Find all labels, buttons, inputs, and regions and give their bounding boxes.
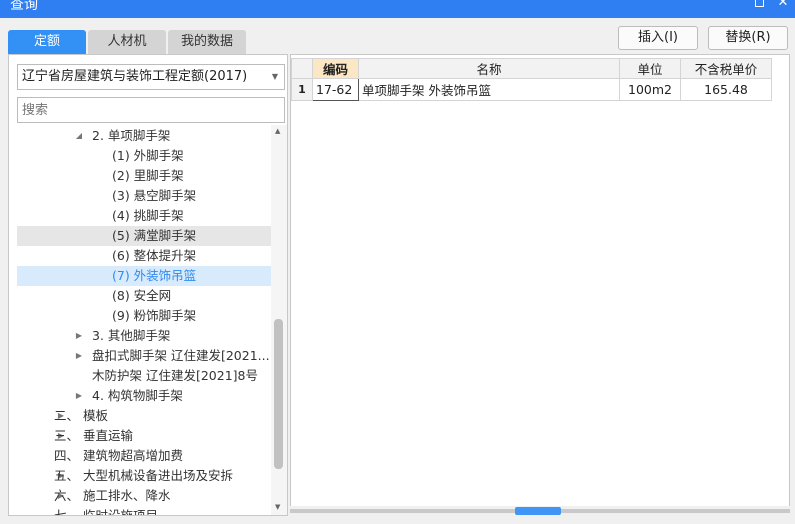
tree-item[interactable]: (9) 粉饰脚手架	[17, 306, 271, 326]
results-grid: 编码 名称 单位 不含税单价 1 17-62 单项脚手架 外装饰吊篮 100m2…	[291, 58, 772, 101]
scroll-thumb[interactable]	[274, 319, 283, 469]
tree-item-label: (5) 满堂脚手架	[112, 228, 197, 243]
tree-item[interactable]: ▶ 3. 其他脚手架	[17, 326, 271, 346]
collapse-arrow-icon[interactable]: ▶	[74, 326, 84, 346]
tree-item-label: (1) 外脚手架	[112, 148, 184, 163]
tree-item-label: 2. 单项脚手架	[92, 128, 171, 143]
insert-button[interactable]: 插入(I)	[618, 26, 698, 50]
chevron-down-icon: ▼	[271, 72, 278, 81]
tree-item[interactable]: ▶ 盘扣式脚手架 辽住建发[2021...	[17, 346, 271, 366]
tree-item[interactable]: ▶ 六、 施工排水、降水	[17, 486, 271, 506]
tree-item-label: (7) 外装饰吊篮	[112, 268, 197, 283]
cell-name[interactable]: 单项脚手架 外装饰吊篮	[358, 78, 620, 101]
scroll-grip[interactable]	[515, 507, 561, 515]
tree-scrollbar[interactable]: ▲ ▼	[271, 125, 287, 515]
scroll-down-icon[interactable]: ▼	[275, 503, 280, 511]
tree-item[interactable]: 七、 临时设施项目	[17, 506, 271, 515]
tree-item-label: 木防护架 辽住建发[2021]8号	[92, 368, 258, 383]
title-bar: 查询 ✕	[0, 0, 795, 18]
column-header-unit[interactable]: 单位	[619, 58, 681, 79]
cell-code[interactable]: 17-62	[312, 78, 359, 101]
tree-item-label: 三、 垂直运输	[54, 428, 133, 443]
cell-unit[interactable]: 100m2	[619, 78, 681, 101]
tree-item[interactable]: (6) 整体提升架	[17, 246, 271, 266]
tree-item-label: (9) 粉饰脚手架	[112, 308, 197, 323]
tree-item[interactable]: (4) 挑脚手架	[17, 206, 271, 226]
results-grid-panel: 编码 名称 单位 不含税单价 1 17-62 单项脚手架 外装饰吊篮 100m2…	[290, 54, 790, 516]
tree-item-label: 六、 施工排水、降水	[54, 488, 171, 503]
library-select[interactable]: 辽宁省房屋建筑与装饰工程定额(2017) ▼	[17, 64, 285, 90]
tree-item-label: 四、 建筑物超高增加费	[54, 448, 183, 463]
tree-item[interactable]: (2) 里脚手架	[17, 166, 271, 186]
tab-labor-material-machine[interactable]: 人材机	[88, 30, 166, 54]
tree-item-label: (4) 挑脚手架	[112, 208, 184, 223]
tree-item-label: 盘扣式脚手架 辽住建发[2021...	[92, 348, 270, 363]
tree-item-label: 3. 其他脚手架	[92, 328, 171, 343]
row-number: 1	[291, 78, 313, 101]
window-title: 查询	[10, 0, 38, 13]
row-number-header	[291, 58, 313, 79]
tree-item[interactable]: ▶ 三、 垂直运输	[17, 426, 271, 446]
tree-item-label: 五、 大型机械设备进出场及安拆	[54, 468, 233, 483]
tree-item-label: 二、 模板	[54, 408, 108, 423]
maximize-icon[interactable]	[752, 0, 766, 10]
tree-item[interactable]: ▶ 二、 模板	[17, 406, 271, 426]
scroll-up-icon[interactable]: ▲	[275, 127, 280, 135]
tree-item-label: (8) 安全网	[112, 288, 172, 303]
tree-item[interactable]: ▶ 五、 大型机械设备进出场及安拆	[17, 466, 271, 486]
tree-item-label: 4. 构筑物脚手架	[92, 388, 183, 403]
tree-item-label: 七、 临时设施项目	[54, 506, 158, 515]
column-header-price[interactable]: 不含税单价	[680, 58, 772, 79]
library-select-value: 辽宁省房屋建筑与装饰工程定额(2017)	[22, 69, 248, 84]
tab-my-data[interactable]: 我的数据	[168, 30, 246, 54]
left-panel: 辽宁省房屋建筑与装饰工程定额(2017) ▼ ◢ 2. 单项脚手架 (1) 外脚手架…	[8, 54, 288, 516]
expand-arrow-icon[interactable]: ◢	[74, 126, 84, 146]
tree-item[interactable]: ▶ 4. 构筑物脚手架	[17, 386, 271, 406]
close-icon[interactable]: ✕	[776, 0, 790, 10]
tree-item[interactable]: (1) 外脚手架	[17, 146, 271, 166]
cell-price[interactable]: 165.48	[680, 78, 772, 101]
table-row[interactable]: 1 17-62 单项脚手架 外装饰吊篮 100m2 165.48	[291, 78, 772, 101]
tree-item[interactable]: (3) 悬空脚手架	[17, 186, 271, 206]
quota-tree: ◢ 2. 单项脚手架 (1) 外脚手架 (2) 里脚手架 (3) 悬空脚手架 (4) 挑脚…	[17, 125, 271, 515]
tree-item-label: (2) 里脚手架	[112, 168, 184, 183]
collapse-arrow-icon[interactable]: ▶	[74, 386, 84, 406]
tab-quota[interactable]: 定额	[8, 30, 86, 54]
tree-item-label: (6) 整体提升架	[112, 248, 197, 263]
grid-horizontal-scrollbar[interactable]	[290, 506, 790, 516]
tree-item[interactable]: 四、 建筑物超高增加费	[17, 446, 271, 466]
tree-item[interactable]: (8) 安全网	[17, 286, 271, 306]
collapse-arrow-icon[interactable]: ▶	[74, 346, 84, 366]
search-input[interactable]	[17, 97, 285, 123]
tree-item[interactable]: (7) 外装饰吊篮	[17, 266, 271, 286]
replace-button[interactable]: 替换(R)	[708, 26, 788, 50]
tree-item[interactable]: 木防护架 辽住建发[2021]8号	[17, 366, 271, 386]
column-header-name[interactable]: 名称	[358, 58, 620, 79]
column-header-code[interactable]: 编码	[312, 58, 359, 79]
tree-item[interactable]: ◢ 2. 单项脚手架	[17, 126, 271, 146]
tree-item-label: (3) 悬空脚手架	[112, 188, 197, 203]
tree-item[interactable]: (5) 满堂脚手架	[17, 226, 271, 246]
